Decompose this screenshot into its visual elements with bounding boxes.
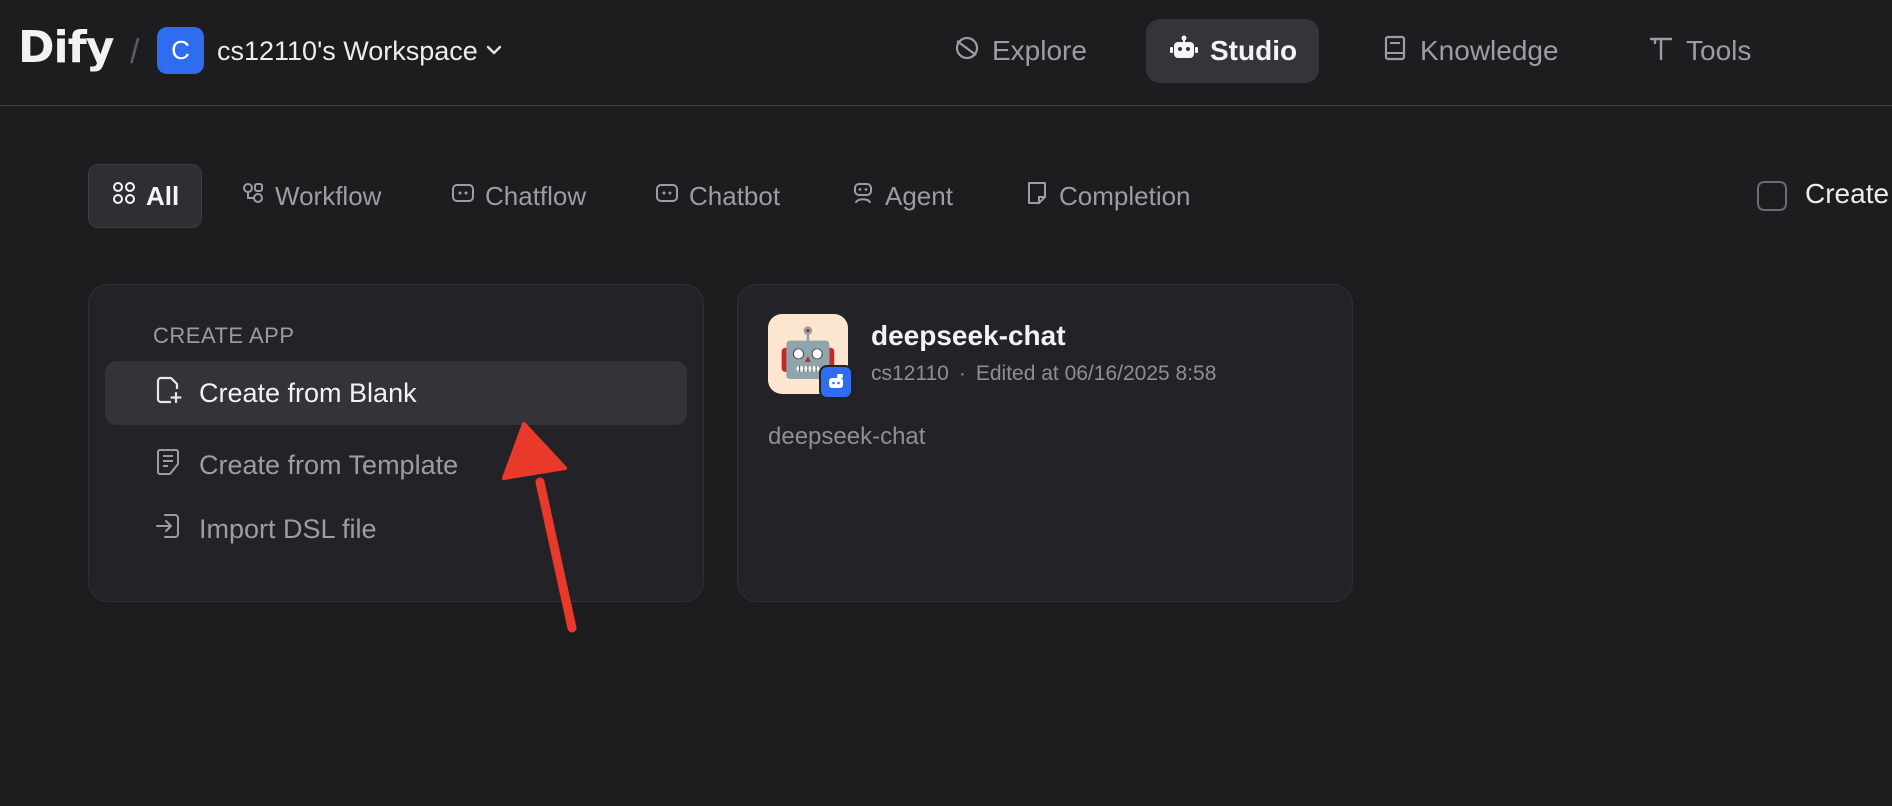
agent-icon — [850, 180, 876, 213]
robot-icon — [1168, 32, 1200, 71]
tab-completion[interactable]: Completion — [1002, 164, 1213, 228]
file-plus-icon — [153, 375, 183, 412]
create-app-card: CREATE APP Create from Blank Create from… — [88, 284, 704, 602]
tab-agent[interactable]: Agent — [828, 164, 975, 228]
tab-all[interactable]: All — [88, 164, 203, 228]
tab-chatflow-label: Chatflow — [485, 180, 587, 211]
tab-all-label: All — [146, 180, 180, 211]
create-from-blank-button[interactable]: Create from Blank — [105, 361, 687, 425]
completion-icon — [1024, 180, 1050, 213]
tab-chatbot-label: Chatbot — [689, 180, 781, 211]
workspace-avatar[interactable]: C — [157, 27, 204, 74]
chatbot-badge-icon — [819, 365, 853, 399]
tab-agent-label: Agent — [885, 180, 953, 211]
create-app-heading: CREATE APP — [153, 323, 295, 348]
grid-icon — [111, 180, 137, 213]
app-name: deepseek-chat — [871, 320, 1066, 351]
nav-explore[interactable]: Explore — [930, 19, 1109, 83]
tab-workflow-label: Workflow — [275, 180, 382, 211]
workspace-selector[interactable]: cs12110's Workspace — [217, 34, 504, 68]
nav-knowledge-label: Knowledge — [1420, 35, 1559, 66]
app-edited-time: Edited at 06/16/2025 8:58 — [975, 362, 1217, 385]
import-dsl-file-button[interactable]: Import DSL file — [105, 497, 687, 561]
workflow-icon — [240, 180, 266, 213]
dify-logo[interactable]: Dify — [18, 22, 114, 74]
compass-icon — [952, 33, 982, 70]
app-meta: cs12110 · Edited at 06/16/2025 8:58 — [871, 362, 1216, 386]
app-author: cs12110 — [871, 362, 949, 385]
create-from-template-label: Create from Template — [199, 449, 459, 480]
meta-separator: · — [958, 362, 966, 385]
tab-completion-label: Completion — [1059, 180, 1191, 211]
tool-icon — [1646, 33, 1676, 70]
app-icon: 🤖 — [768, 314, 853, 399]
breadcrumb-separator: / — [130, 33, 140, 71]
import-icon — [153, 511, 183, 548]
workspace-name: cs12110's Workspace — [217, 36, 478, 66]
app-description: deepseek-chat — [768, 423, 926, 450]
nav-tools[interactable]: Tools — [1624, 19, 1773, 83]
nav-explore-label: Explore — [992, 35, 1087, 66]
created-by-me-checkbox[interactable] — [1757, 181, 1787, 211]
app-card[interactable]: 🤖 deepseek-chat cs12110 · Edited at 06/1… — [737, 284, 1353, 602]
top-navigation-bar: Dify / C cs12110's Workspace Explore Stu… — [0, 0, 1892, 106]
chevron-down-icon — [484, 34, 504, 68]
tab-chatbot[interactable]: Chatbot — [632, 164, 802, 228]
created-by-me-label[interactable]: Create — [1805, 178, 1889, 210]
book-icon — [1380, 33, 1410, 70]
tab-chatflow[interactable]: Chatflow — [428, 164, 608, 228]
create-from-template-button[interactable]: Create from Template — [105, 433, 687, 497]
nav-knowledge[interactable]: Knowledge — [1358, 19, 1581, 83]
chatflow-icon — [450, 180, 476, 213]
tab-workflow[interactable]: Workflow — [218, 164, 403, 228]
create-from-blank-label: Create from Blank — [199, 377, 417, 408]
nav-studio[interactable]: Studio — [1146, 19, 1320, 83]
import-dsl-file-label: Import DSL file — [199, 513, 377, 544]
chatbot-icon — [654, 180, 680, 213]
template-icon — [153, 447, 183, 484]
nav-studio-label: Studio — [1210, 35, 1298, 66]
nav-tools-label: Tools — [1686, 35, 1752, 66]
